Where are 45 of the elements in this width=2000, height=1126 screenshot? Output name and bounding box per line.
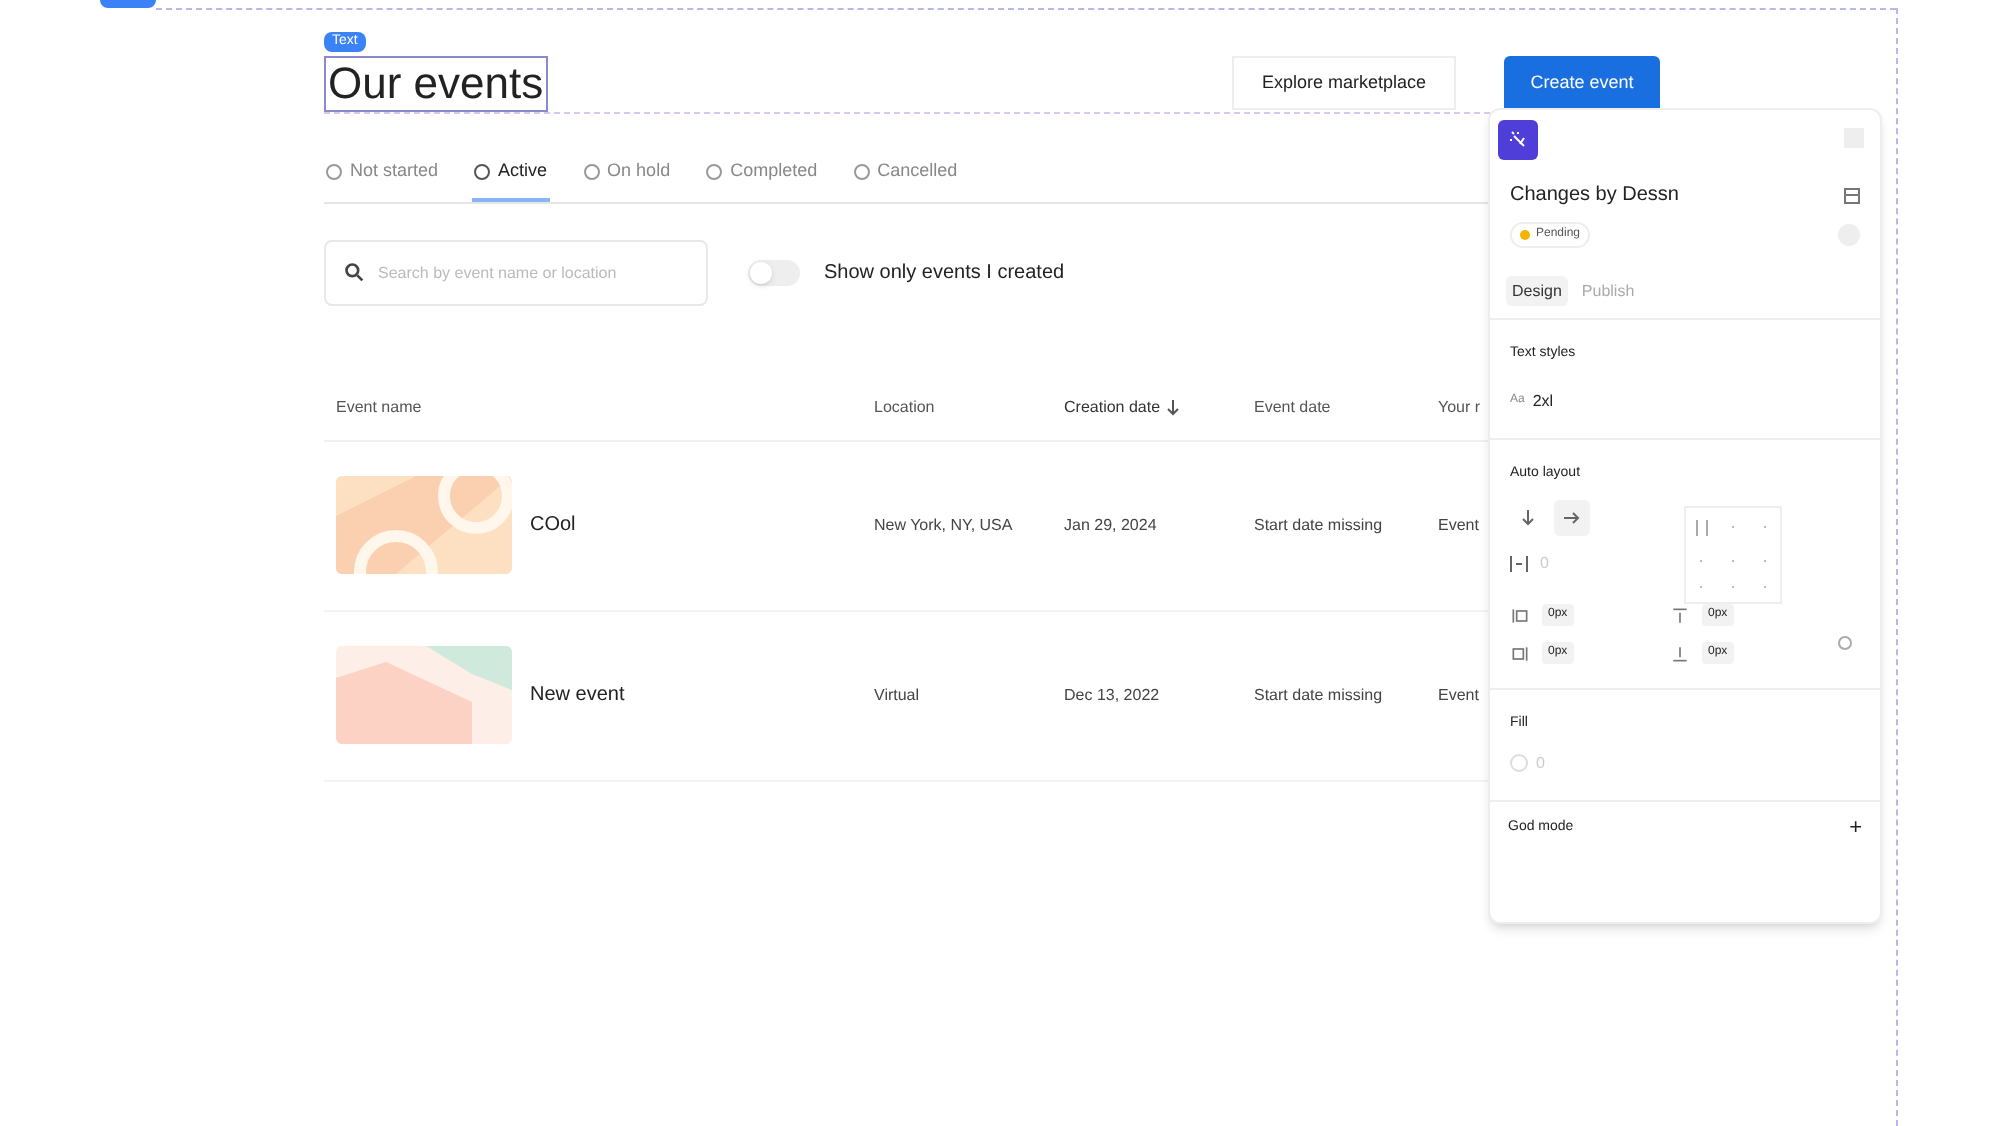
status-tab[interactable]: Completed xyxy=(704,158,820,201)
create-button[interactable]: Create event xyxy=(1504,56,1660,110)
status-tab[interactable]: On hold xyxy=(581,158,673,201)
sort-arrow-icon xyxy=(1166,400,1181,416)
column-header[interactable]: Event date xyxy=(1254,396,1331,420)
archive-icon[interactable] xyxy=(1844,187,1860,203)
toggle-label: Show only events I created xyxy=(824,259,1065,287)
padding-icon xyxy=(1510,643,1530,663)
page-title: Our events xyxy=(324,56,548,112)
table-cell-text: Start date missing xyxy=(1254,513,1385,537)
event-name[interactable]: COol xyxy=(530,510,576,540)
sparkle-cursor-icon xyxy=(1498,120,1538,160)
arrow-down-icon xyxy=(1520,510,1536,526)
panel-tab[interactable]: Design xyxy=(1506,276,1568,306)
table-cell-text: New York, NY, USA xyxy=(874,513,1015,537)
table-cell-text: Dec 13, 2022 xyxy=(1064,683,1162,707)
column-header[interactable]: Location xyxy=(874,396,935,420)
padding-link-icon[interactable] xyxy=(1838,635,1852,649)
text-style-value[interactable]: 2xl xyxy=(1532,389,1554,413)
table-cell-text: Jan 29, 2024 xyxy=(1064,513,1159,537)
gap-icon xyxy=(1510,556,1528,572)
status-tab[interactable]: Cancelled xyxy=(851,158,960,201)
padding-icon xyxy=(1510,605,1530,625)
add-button[interactable]: + xyxy=(1849,817,1862,839)
fill-swatch-icon[interactable] xyxy=(1510,754,1528,772)
direction-right-button[interactable] xyxy=(1554,500,1590,536)
search-field[interactable]: Search by event name or location xyxy=(324,239,708,305)
explore-button[interactable]: Explore marketplace xyxy=(1232,56,1456,110)
padding-icon xyxy=(1670,605,1690,625)
arrow-right-icon xyxy=(1564,510,1580,526)
column-header[interactable]: Your r xyxy=(1438,396,1481,420)
status-tab[interactable]: Not started xyxy=(324,158,441,201)
table-cell-text: Virtual xyxy=(874,683,922,707)
padding-icon xyxy=(1670,643,1690,663)
table-cell-text: Start date missing xyxy=(1254,683,1385,707)
status-tab[interactable]: Active xyxy=(472,158,550,201)
table-cell-text: Event xyxy=(1438,513,1481,537)
column-header[interactable]: Event name xyxy=(336,396,422,420)
table-cell-text: Event xyxy=(1438,683,1481,707)
event-name[interactable]: New event xyxy=(530,680,625,710)
column-header[interactable]: Creation date xyxy=(1064,396,1181,420)
search-icon xyxy=(344,261,364,281)
alignment-grid[interactable] xyxy=(1684,505,1782,603)
toggle-switch[interactable] xyxy=(748,259,800,285)
panel-title: Changes by Dessn xyxy=(1510,182,1679,210)
